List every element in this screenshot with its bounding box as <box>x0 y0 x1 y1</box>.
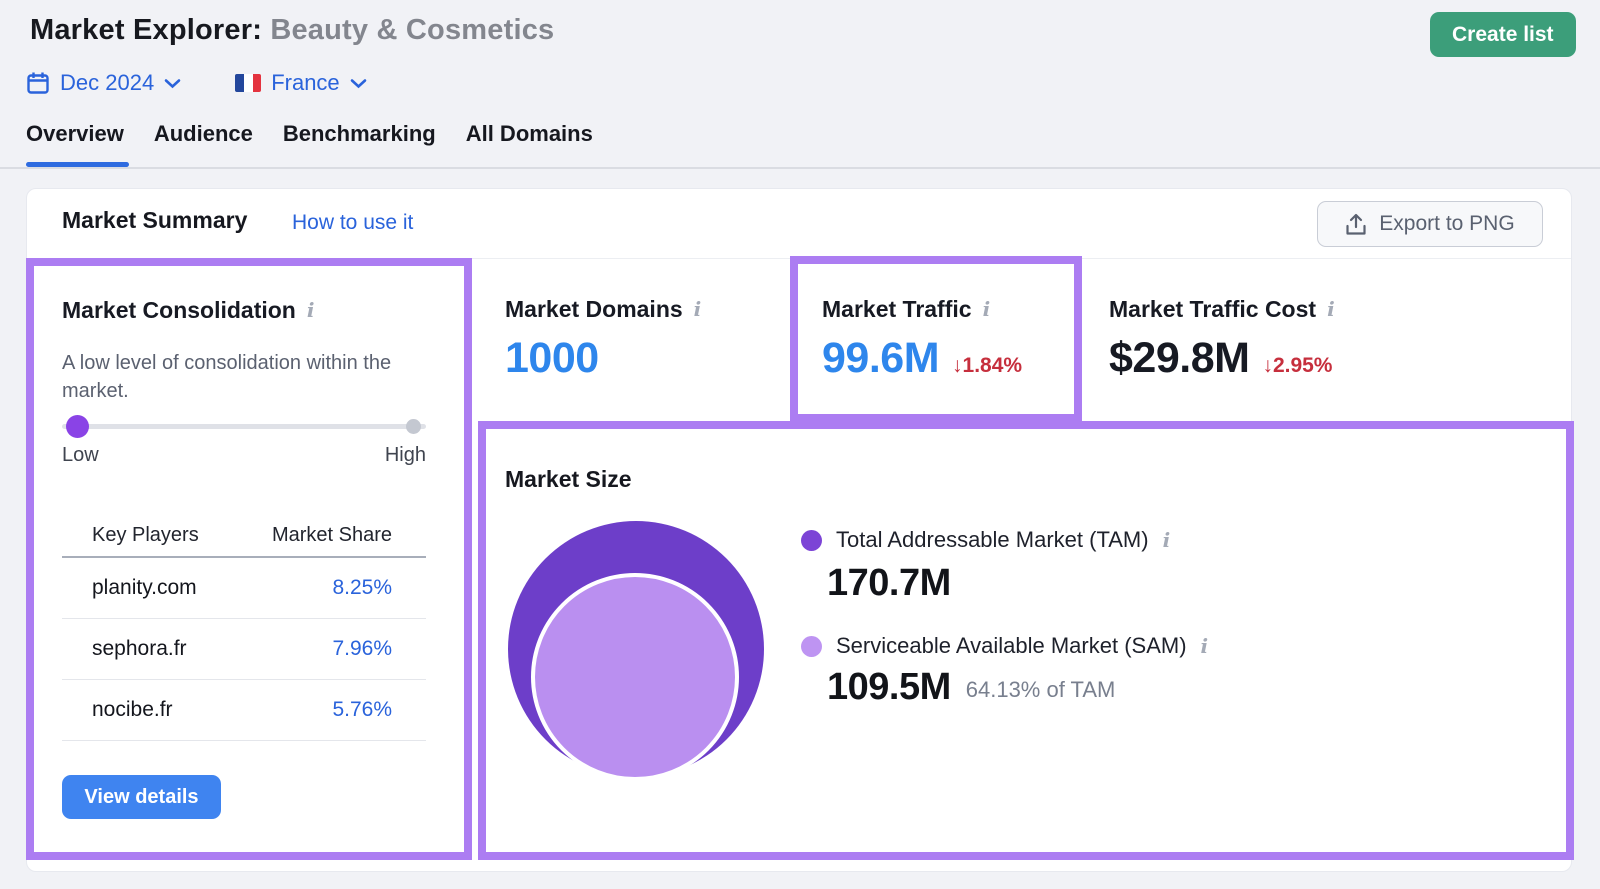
market-consolidation-title-text: Market Consolidation <box>62 297 296 324</box>
chevron-down-icon <box>164 78 181 89</box>
market-traffic-cost-label-text: Market Traffic Cost <box>1109 296 1316 323</box>
player-share-link[interactable]: 8.25% <box>332 576 392 600</box>
export-to-png-button[interactable]: Export to PNG <box>1317 201 1543 247</box>
france-flag-icon <box>235 74 261 92</box>
key-players-header-row: Key Players Market Share <box>62 514 426 558</box>
table-row: sephora.fr 7.96% <box>62 619 426 680</box>
filters-row: Dec 2024 France <box>26 68 367 98</box>
market-size-title: Market Size <box>505 466 632 493</box>
sam-percent-of-tam: 64.13% of TAM <box>966 677 1116 709</box>
tam-value: 170.7M <box>827 562 951 605</box>
consolidation-slider-track[interactable] <box>62 424 426 429</box>
market-domains-label-text: Market Domains <box>505 296 683 323</box>
sam-label: Serviceable Available Market (SAM) <box>836 633 1187 659</box>
market-traffic-change: ↓1.84% <box>952 354 1022 383</box>
tam-label: Total Addressable Market (TAM) <box>836 527 1149 553</box>
player-share-link[interactable]: 7.96% <box>332 637 392 661</box>
consolidation-slider-end-dot <box>406 419 421 434</box>
market-traffic-label: Market Traffic i <box>822 296 990 323</box>
info-icon[interactable]: i <box>983 296 991 319</box>
tab-audience[interactable]: Audience <box>154 121 253 165</box>
info-icon[interactable]: i <box>694 296 702 319</box>
view-details-button[interactable]: View details <box>62 775 221 819</box>
market-traffic-cost-label: Market Traffic Cost i <box>1109 296 1335 323</box>
sam-legend: Serviceable Available Market (SAM) i <box>801 633 1208 659</box>
tab-overview[interactable]: Overview <box>26 121 124 165</box>
country-label: France <box>271 70 339 96</box>
market-traffic-value: 99.6M <box>822 334 939 383</box>
country-selector[interactable]: France <box>235 70 366 96</box>
date-selector[interactable]: Dec 2024 <box>26 70 181 96</box>
key-players-table: Key Players Market Share planity.com 8.2… <box>62 514 426 741</box>
table-row: nocibe.fr 5.76% <box>62 680 426 741</box>
market-traffic-cost-value-row: $29.8M ↓2.95% <box>1109 334 1332 383</box>
tabs-divider <box>0 167 1600 169</box>
create-list-label: Create list <box>1452 23 1554 47</box>
market-consolidation-title: Market Consolidation i <box>62 297 314 324</box>
table-row: planity.com 8.25% <box>62 558 426 619</box>
consolidation-slider-labels: Low High <box>62 444 426 467</box>
view-details-label: View details <box>84 786 198 808</box>
info-icon[interactable]: i <box>1163 527 1171 550</box>
tab-all-domains[interactable]: All Domains <box>466 121 593 165</box>
slider-high-label: High <box>385 444 426 467</box>
sam-value-row: 109.5M 64.13% of TAM <box>827 666 1115 709</box>
market-traffic-cost-value: $29.8M <box>1109 334 1249 383</box>
info-icon[interactable]: i <box>1201 633 1209 656</box>
page-title: Market Explorer: Beauty & Cosmetics <box>30 14 554 47</box>
player-share-link[interactable]: 5.76% <box>332 698 392 722</box>
sam-dot-icon <box>801 636 822 657</box>
info-icon[interactable]: i <box>1327 296 1335 319</box>
sam-circle <box>531 573 739 781</box>
market-explorer-screen: Market Explorer: Beauty & Cosmetics Crea… <box>0 0 1600 889</box>
slider-low-label: Low <box>62 444 99 467</box>
col-market-share: Market Share <box>272 524 392 547</box>
consolidation-description: A low level of consolidation within the … <box>62 350 434 405</box>
consolidation-slider-thumb[interactable] <box>66 415 89 438</box>
market-domains-label: Market Domains i <box>505 296 701 323</box>
sam-value: 109.5M <box>827 666 951 709</box>
info-icon[interactable]: i <box>307 297 315 320</box>
date-label: Dec 2024 <box>60 70 154 96</box>
page-title-prefix: Market Explorer: <box>30 14 262 46</box>
tam-dot-icon <box>801 530 822 551</box>
upload-icon <box>1345 213 1367 236</box>
market-traffic-cost-change: ↓2.95% <box>1262 354 1332 383</box>
chevron-down-icon <box>350 78 367 89</box>
card-title: Market Summary <box>62 207 247 234</box>
calendar-icon <box>26 71 50 95</box>
tab-bar: Overview Audience Benchmarking All Domai… <box>26 121 593 165</box>
tam-legend: Total Addressable Market (TAM) i <box>801 527 1170 553</box>
how-to-use-it-link[interactable]: How to use it <box>292 211 413 235</box>
player-domain: nocibe.fr <box>92 698 173 722</box>
page-title-market: Beauty & Cosmetics <box>270 14 554 46</box>
card-header-divider <box>27 258 1571 259</box>
market-traffic-value-row: 99.6M ↓1.84% <box>822 334 1022 383</box>
player-domain: sephora.fr <box>92 637 187 661</box>
create-list-button[interactable]: Create list <box>1430 12 1576 57</box>
tab-benchmarking[interactable]: Benchmarking <box>283 121 436 165</box>
market-traffic-label-text: Market Traffic <box>822 296 972 323</box>
col-key-players: Key Players <box>92 524 199 547</box>
player-domain: planity.com <box>92 576 197 600</box>
market-domains-value: 1000 <box>505 334 599 383</box>
export-label: Export to PNG <box>1379 212 1514 236</box>
